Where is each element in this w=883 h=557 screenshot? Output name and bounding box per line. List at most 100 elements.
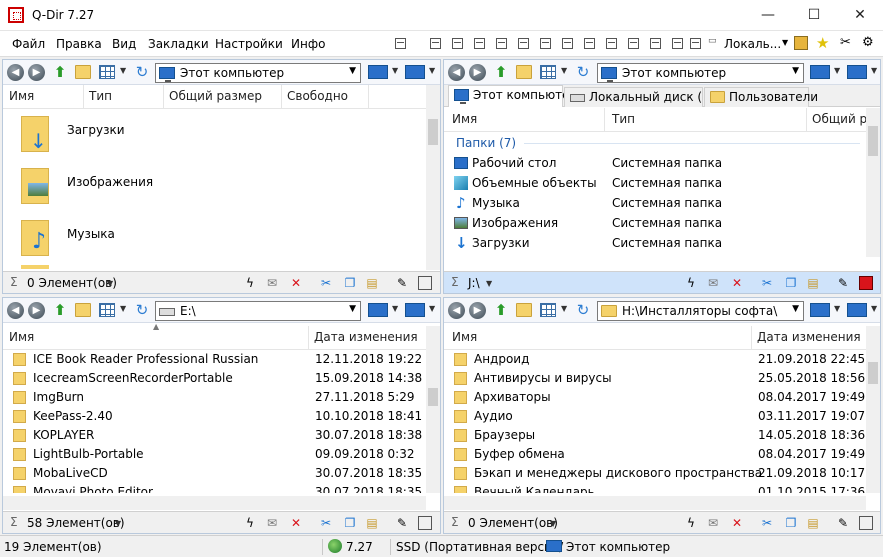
chevron-down-icon[interactable]: ▼ [392,304,398,313]
list-item[interactable]: KOPLAYER 30.07.2018 18:38 [3,426,426,445]
computer-icon[interactable] [368,303,388,317]
copy-icon[interactable]: ❐ [784,276,798,290]
rename-icon[interactable]: ϟ [243,276,257,290]
column-type[interactable]: Тип [89,89,112,103]
computer-icon[interactable] [810,65,830,79]
edit-icon[interactable]: ✎ [836,516,850,530]
chevron-down-icon[interactable]: ▼ [834,66,840,75]
column-date[interactable]: Дата изменения [757,330,861,344]
menu-settings[interactable]: Настройки [215,37,283,51]
up-folder-icon[interactable]: ⬆ [51,301,69,319]
up-folder-icon[interactable]: ⬆ [51,63,69,81]
email-icon[interactable]: ✉ [265,276,279,290]
menu-bookmarks[interactable]: Закладки [148,37,209,51]
menu-file[interactable]: Файл [12,37,45,51]
chevron-down-icon[interactable]: ▼ [349,304,356,314]
list-item[interactable]: Андроид 21.09.2018 22:45 [444,350,866,369]
chevron-down-icon[interactable]: ▼ [107,279,113,288]
rename-icon[interactable]: ϟ [684,516,698,530]
paste-icon[interactable]: ▤ [806,276,820,290]
column-name[interactable]: Имя [452,330,477,344]
layout-icon[interactable] [474,38,485,49]
up-folder-icon[interactable]: ⬆ [492,301,510,319]
layout-icon[interactable] [650,38,661,49]
rename-icon[interactable]: ϟ [684,276,698,290]
vertical-scrollbar[interactable] [866,326,880,493]
computer-icon[interactable] [810,303,830,317]
rename-icon[interactable]: ϟ [243,516,257,530]
tab-local-disk[interactable]: Локальный диск ( ... [564,87,717,107]
properties-icon[interactable] [859,516,873,530]
list-item[interactable]: MobaLiveCD 30.07.2018 18:35 [3,464,426,483]
delete-icon[interactable]: ✕ [289,516,303,530]
back-arrow-icon[interactable]: ◀ [7,64,24,81]
view-mode-icon[interactable] [540,65,556,79]
layout-icon[interactable] [562,38,573,49]
list-item[interactable]: Изображения [3,164,423,216]
chevron-down-icon[interactable]: ▼ [550,519,556,528]
list-item[interactable]: ImgBurn 27.11.2018 5:29 [3,388,426,407]
layout-icon[interactable] [606,38,617,49]
list-item[interactable]: ↓ Загрузки Системная папка [444,234,866,253]
list-item[interactable]: ICE Book Reader Professional Russian 12.1… [3,350,426,369]
list-item[interactable]: Рабочий стол Системная папка [444,154,866,173]
copy-icon[interactable]: ❐ [784,516,798,530]
list-item[interactable]: Изображения Системная папка [444,214,866,233]
refresh-icon[interactable]: ↻ [575,65,591,80]
new-folder-icon[interactable] [75,65,91,79]
address-bar[interactable]: E:\ ▼ [155,301,361,321]
tab-this-pc[interactable]: Этот компьютер [448,85,577,107]
layout-icon[interactable] [628,38,639,49]
drive-label[interactable]: Локаль... [724,37,781,51]
view-mode-icon[interactable] [99,65,115,79]
chevron-down-icon[interactable]: ▼ [349,66,356,76]
refresh-icon[interactable]: ↻ [575,303,591,318]
refresh-icon[interactable]: ↻ [134,65,150,80]
chevron-down-icon[interactable]: ▼ [834,304,840,313]
computer-icon[interactable] [405,65,425,79]
list-item[interactable]: ♪ Музыка [3,216,423,268]
forward-arrow-icon[interactable]: ▶ [469,302,486,319]
copy-icon[interactable]: ❐ [343,276,357,290]
edit-icon[interactable]: ✎ [836,276,850,290]
list-item[interactable]: ♪ Музыка Системная папка [444,194,866,213]
chevron-down-icon[interactable]: ▼ [561,66,567,75]
computer-icon[interactable] [847,303,867,317]
pane-top-right[interactable]: ◀ ▶ ⬆ ▼ ↻ Этот компьютер ▼ ▼ ▼ Этот комп… [443,59,881,294]
list-item[interactable]: IcecreamScreenRecorderPortable 15.09.2018… [3,369,426,388]
settings-icon[interactable]: ⚙ [862,35,874,50]
properties-icon[interactable] [859,276,873,290]
chevron-down-icon[interactable]: ▼ [792,66,799,76]
list-item[interactable]: Буфер обмена 08.04.2017 19:49 [444,445,866,464]
scroll-thumb[interactable] [868,126,878,156]
scroll-thumb[interactable] [868,362,878,384]
forward-arrow-icon[interactable]: ▶ [28,64,45,81]
chevron-down-icon[interactable]: ▼ [871,304,877,313]
view-mode-icon[interactable] [99,303,115,317]
back-arrow-icon[interactable]: ◀ [7,302,24,319]
group-header[interactable]: Папки (7) [456,136,516,150]
chevron-down-icon[interactable]: ▼ [782,38,788,47]
layout-icon[interactable] [540,38,551,49]
computer-icon[interactable] [847,65,867,79]
list-item[interactable]: Бэкап и менеджеры дискового пространства… [444,464,866,483]
column-total-size[interactable]: Общий размер [169,89,262,103]
vertical-scrollbar[interactable] [426,85,440,270]
chevron-down-icon[interactable]: ▼ [429,66,435,75]
paste-icon[interactable]: ▤ [365,516,379,530]
address-bar[interactable]: H:\Инсталляторы софта\ ▼ [597,301,804,321]
delete-icon[interactable]: ✕ [289,276,303,290]
list-item[interactable]: LightBulb-Portable 09.09.2018 0:32 [3,445,426,464]
cut-icon[interactable]: ✂ [319,276,333,290]
list-item[interactable]: Вечный Календарь 01.10.2015 17:36 [444,483,866,493]
chevron-down-icon[interactable]: ▼ [392,66,398,75]
list-item[interactable]: Movavi Photo Editor 30.07.2018 18:35 [3,483,426,493]
list-item[interactable]: KeePass-2.40 10.10.2018 18:41 [3,407,426,426]
layout-icon[interactable] [496,38,507,49]
forward-arrow-icon[interactable]: ▶ [469,64,486,81]
delete-icon[interactable]: ✕ [730,276,744,290]
chevron-down-icon[interactable]: ▼ [115,519,121,528]
layout-4-panes-icon[interactable] [395,38,406,49]
chevron-down-icon[interactable]: ▼ [120,304,126,313]
layout-icon[interactable] [452,38,463,49]
